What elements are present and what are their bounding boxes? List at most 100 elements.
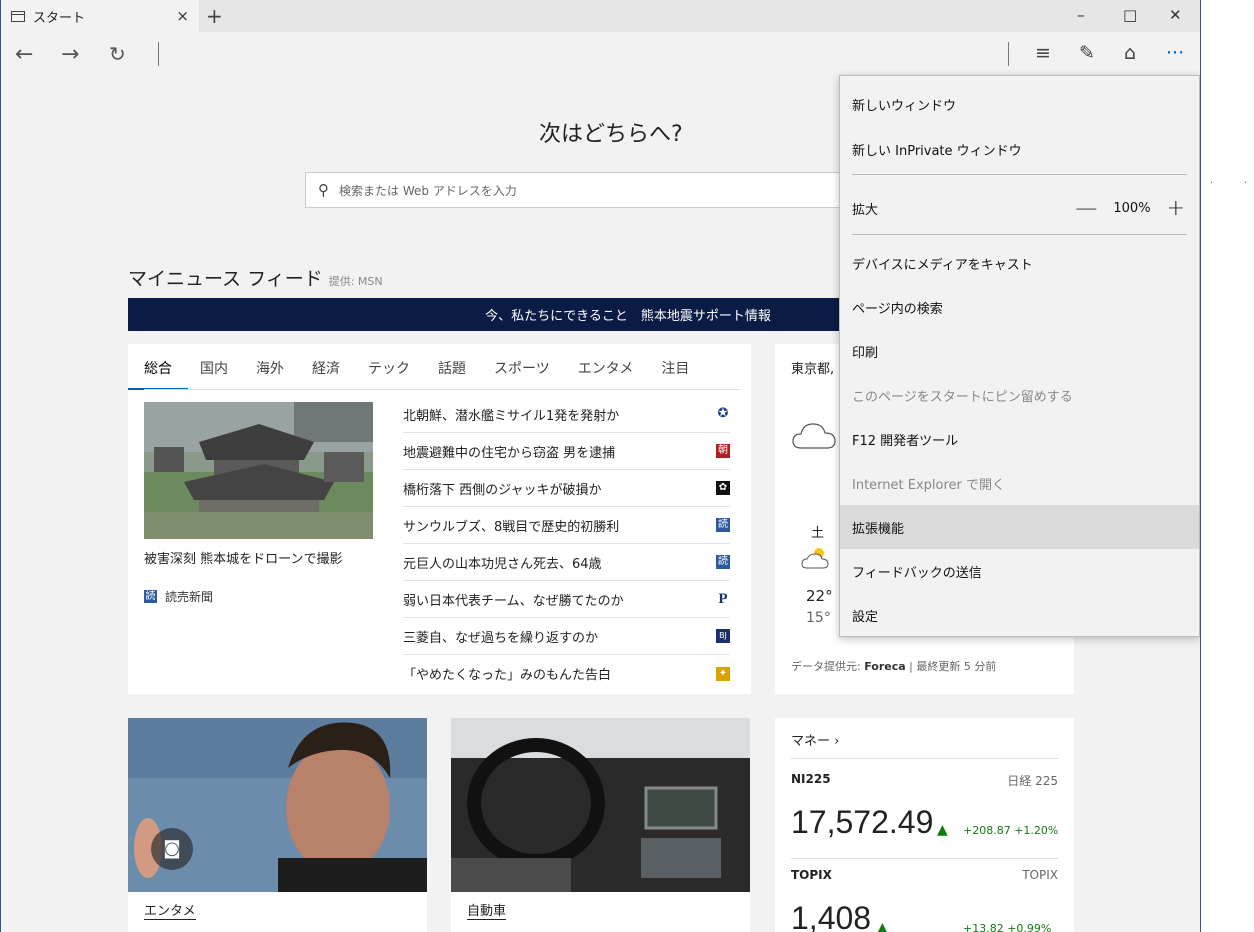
publisher-logo-icon: ✦ (716, 666, 730, 681)
minimize-button[interactable]: – (1077, 6, 1085, 24)
menu-extensions[interactable]: 拡張機能 (840, 505, 1199, 549)
money-divider (791, 858, 1058, 859)
headline-text: サンウルブズ、8戦目で歴史的初勝利 (403, 519, 620, 535)
business-journal-logo-icon: BJ (716, 629, 730, 643)
news-card: 総合 国内 海外 経済 テック 話題 スポーツ エンタメ 注目 被害深刻 熊本城… (128, 344, 751, 694)
publisher-logo-icon: ✿ (716, 481, 730, 495)
forecast-high: 22° (806, 587, 833, 605)
cloud-icon (792, 423, 836, 449)
search-input[interactable]: ⚲ 検索または Web アドレスを入力 (305, 172, 845, 208)
menu-find-on-page[interactable]: ページ内の検索 (840, 285, 1199, 329)
headline-text: 「やめたくなった」みのもんた告白 (403, 668, 612, 683)
share-icon[interactable]: ⌂ (1124, 42, 1136, 64)
nav-divider (158, 42, 159, 66)
hub-icon[interactable]: ≡ (1035, 42, 1051, 64)
ni225-change: +208.87 +1.20% (963, 824, 1059, 837)
entertainment-label[interactable]: エンタメ (144, 904, 196, 920)
nav-bar: ← → ↻ ≡ ✎ ⌂ ··· (1, 32, 1200, 78)
menu-cast[interactable]: デバイスにメディアをキャスト (840, 241, 1199, 285)
money-card[interactable]: マネー › NI225 日経 225 17,572.49 ▲ +208.87 +… (775, 718, 1074, 932)
headline-item[interactable]: 地震避難中の住宅から窃盗 男を逮捕 朝 (403, 433, 730, 470)
entertainment-photo: ◙ (128, 718, 427, 892)
maximize-button[interactable]: □ (1123, 6, 1137, 24)
feed-title: マイニュース フィード 提供: MSN (128, 264, 383, 291)
topix-value: 1,408 (791, 900, 872, 932)
up-arrow-icon: ▲ (937, 822, 948, 838)
zoom-value: 100% (1113, 200, 1151, 216)
headline-item[interactable]: 元巨人の山本功児さん死去、64歳 読 (403, 544, 730, 581)
menu-open-ie[interactable]: Internet Explorer で開く (840, 461, 1199, 505)
auto-card[interactable]: 自動車 (451, 718, 750, 932)
tab-domestic[interactable]: 国内 (200, 354, 228, 390)
entertainment-card[interactable]: ◙ エンタメ (128, 718, 427, 932)
toolbar-divider (1008, 42, 1009, 66)
menu-pin-to-start[interactable]: このページをスタートにピン留めする (840, 373, 1199, 417)
camera-icon[interactable]: ◙ (151, 828, 193, 870)
tab-general[interactable]: 総合 (128, 354, 188, 390)
menu-divider (852, 174, 1187, 175)
headline-text: 弱い日本代表チーム、なぜ勝てたのか (403, 593, 624, 609)
support-banner[interactable]: 今、私たちにできること 熊本地震サポート情報 (128, 298, 848, 331)
tab-page-icon (11, 10, 25, 22)
stray-dot: · (1244, 178, 1248, 189)
tab-tech[interactable]: テック (368, 354, 410, 390)
close-button[interactable]: ✕ (1169, 6, 1182, 24)
forecast-day: 土 (811, 526, 825, 541)
menu-feedback[interactable]: フィードバックの送信 (840, 549, 1199, 593)
ni225-value: 17,572.49 (791, 804, 934, 840)
main-story-source: 読 読売新聞 (144, 588, 213, 605)
weather-location: 東京都, (791, 362, 835, 377)
jiji-logo-icon: ✪ (717, 406, 729, 421)
menu-zoom-row: 拡大 — 100% + (840, 186, 1199, 230)
main-story-caption[interactable]: 被害深刻 熊本城をドローンで撮影 (144, 548, 342, 567)
menu-devtools[interactable]: F12 開発者ツール (840, 417, 1199, 461)
tab-start[interactable]: スタート × (1, 0, 199, 32)
headline-item[interactable]: 北朝鮮、潜水艦ミサイル1発を発射か ✪ (403, 396, 730, 433)
tab-featured[interactable]: 注目 (661, 354, 689, 390)
auto-label[interactable]: 自動車 (467, 904, 507, 920)
more-actions-button[interactable]: ··· (1166, 42, 1184, 64)
yomiuri-logo-icon: 読 (144, 590, 157, 603)
castle-photo[interactable] (144, 402, 373, 539)
yomiuri-logo-icon: 読 (716, 555, 730, 569)
page-headline: 次はどちらへ? (539, 122, 683, 147)
headline-text: 北朝鮮、潜水艦ミサイル1発を発射か (403, 408, 620, 424)
weather-footer: データ提供元: Foreca | 最終更新 5 分前 (791, 658, 996, 674)
web-note-icon[interactable]: ✎ (1079, 42, 1095, 64)
asahi-logo-icon: 朝 (716, 444, 730, 458)
browser-window: スタート × + – □ ✕ ← → ↻ ≡ ✎ ⌂ ··· 次はどちらへ? ⚲… (0, 0, 1201, 932)
tab-sports[interactable]: スポーツ (494, 354, 550, 390)
headline-item[interactable]: 「やめたくなった」みのもんた告白 ✦ (403, 655, 730, 692)
partly-cloudy-icon (801, 548, 829, 569)
topix-tag: TOPIX (1022, 868, 1058, 882)
zoom-in-button[interactable]: + (1167, 196, 1185, 221)
menu-new-inprivate-window[interactable]: 新しい InPrivate ウィンドウ (840, 127, 1199, 171)
headline-text: 地震避難中の住宅から窃盗 男を逮捕 (403, 445, 616, 461)
headline-text: 橋桁落下 西側のジャッキが破損か (403, 482, 602, 498)
headline-item[interactable]: 三菱自、なぜ過ちを繰り返すのか BJ (403, 618, 730, 655)
up-arrow-icon: ▲ (877, 920, 888, 932)
tab-topics[interactable]: 話題 (438, 354, 466, 390)
tab-entertainment[interactable]: エンタメ (578, 354, 634, 390)
tab-economy[interactable]: 経済 (312, 354, 340, 390)
headline-item[interactable]: 弱い日本代表チーム、なぜ勝てたのか P (403, 581, 730, 618)
back-button[interactable]: ← (15, 42, 33, 67)
new-tab-button[interactable]: + (206, 4, 223, 28)
tab-title: スタート (33, 10, 86, 26)
tabs-divider (144, 389, 740, 390)
tab-close-button[interactable]: × (176, 7, 189, 25)
money-title[interactable]: マネー › (791, 730, 839, 749)
headline-item[interactable]: サンウルブズ、8戦目で歴史的初勝利 読 (403, 507, 730, 544)
tab-world[interactable]: 海外 (256, 354, 284, 390)
menu-new-window[interactable]: 新しいウィンドウ (840, 82, 1199, 126)
zoom-out-button[interactable]: — (1075, 196, 1097, 221)
headline-item[interactable]: 橋桁落下 西側のジャッキが破損か ✿ (403, 470, 730, 507)
refresh-button[interactable]: ↻ (109, 42, 126, 66)
menu-settings[interactable]: 設定 (840, 593, 1199, 637)
menu-print[interactable]: 印刷 (840, 329, 1199, 373)
headline-list: 北朝鮮、潜水艦ミサイル1発を発射か ✪ 地震避難中の住宅から窃盗 男を逮捕 朝 橋桁… (403, 396, 730, 692)
yomiuri-logo-icon: 読 (716, 518, 730, 532)
feed-provider: 提供: MSN (328, 275, 383, 288)
search-placeholder: 検索または Web アドレスを入力 (339, 183, 517, 198)
forward-button[interactable]: → (61, 42, 79, 67)
